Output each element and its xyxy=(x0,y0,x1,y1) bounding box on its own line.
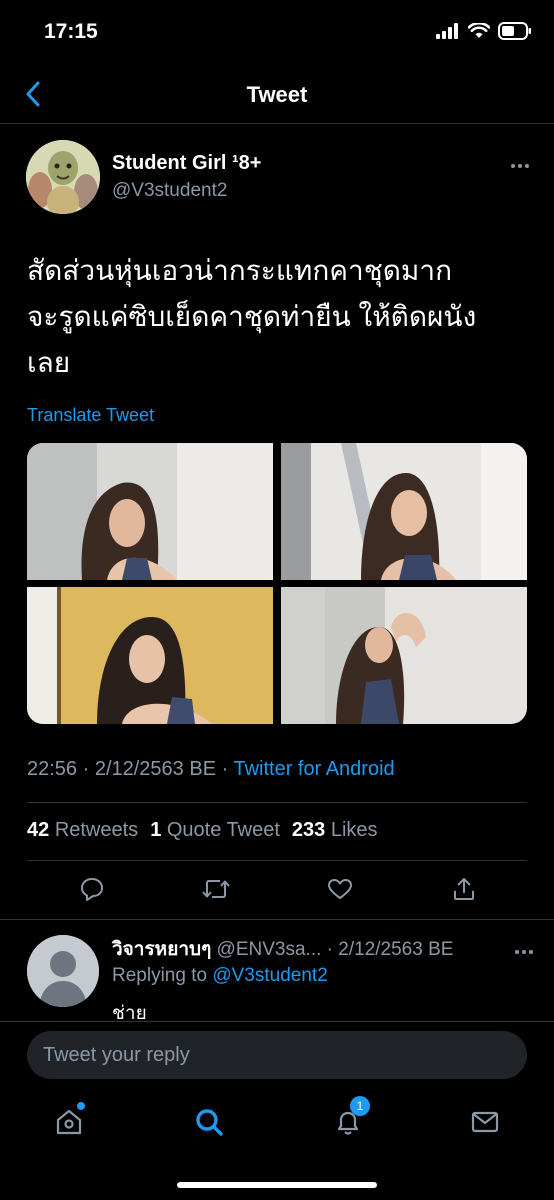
photo-3[interactable] xyxy=(27,587,273,724)
more-icon xyxy=(515,950,533,954)
more-button[interactable] xyxy=(510,156,530,174)
reply-avatar[interactable] xyxy=(27,935,99,1007)
likes-label: Likes xyxy=(330,819,378,841)
photo-2[interactable] xyxy=(281,443,527,580)
reply-text: ช่าย xyxy=(112,1003,147,1020)
reply-input[interactable] xyxy=(27,1031,527,1079)
status-bar: 17:15 xyxy=(0,0,554,64)
messages-icon xyxy=(471,1111,499,1133)
quotes-count: 1 xyxy=(150,819,162,841)
reply-button[interactable] xyxy=(77,874,107,904)
tab-notifications[interactable]: 1 xyxy=(328,1096,370,1142)
home-indicator xyxy=(177,1182,377,1188)
tweet-text-line: สัดส่วนหุ่นเอวน่ากระแทกคาชุดมาก xyxy=(27,255,453,286)
tweet-text-line: เลย xyxy=(27,347,71,378)
reply-author-name[interactable]: วิจารหยาบๆ xyxy=(112,939,211,960)
replying-to: Replying to @V3student2 xyxy=(112,965,328,987)
notifications-badge: 1 xyxy=(350,1096,370,1116)
tweet-stats: 42 Retweets 1 Quote Tweet 233 Likes xyxy=(27,819,378,842)
photo-1[interactable] xyxy=(27,443,273,580)
tweet-author: Student Girl ¹8+ @V3student2 xyxy=(26,140,536,216)
tab-messages[interactable] xyxy=(465,1102,505,1142)
author-name[interactable]: Student Girl ¹8+ xyxy=(112,152,261,175)
like-icon xyxy=(328,879,352,899)
home-icon xyxy=(56,1109,82,1135)
replying-prefix: Replying to xyxy=(112,965,213,986)
reply-header: วิจารหยาบๆ @ENV3sa... · 2/12/2563 BE xyxy=(112,934,453,964)
reply-more-button[interactable] xyxy=(514,942,534,960)
likes-count: 233 xyxy=(291,819,326,841)
reply-item[interactable]: วิจารหยาบๆ @ENV3sa... · 2/12/2563 BE Rep… xyxy=(0,919,554,1021)
nav-bar: Tweet xyxy=(0,64,554,124)
search-icon xyxy=(196,1109,223,1136)
more-icon xyxy=(511,164,529,168)
tweet-actions xyxy=(27,874,527,908)
home-unread-dot xyxy=(77,1102,85,1110)
tweet-text: สัดส่วนหุ่นเอวน่ากระแทกคาชุดมาก จะรูดแค่… xyxy=(27,248,527,386)
divider xyxy=(27,860,527,861)
retweet-button[interactable] xyxy=(201,874,231,904)
like-button[interactable] xyxy=(325,874,355,904)
share-icon xyxy=(454,878,474,900)
quote-tweets-stat[interactable]: 1 Quote Tweet xyxy=(150,819,280,842)
reply-handle-date: @ENV3sa... · 2/12/2563 BE xyxy=(211,939,454,960)
tweet-source-link[interactable]: Twitter for Android xyxy=(233,758,394,780)
tweet-timestamp: 22:56 · 2/12/2563 BE · xyxy=(27,758,234,780)
wifi-icon xyxy=(468,23,490,38)
retweets-stat[interactable]: 42 Retweets xyxy=(27,819,138,842)
media-grid xyxy=(27,443,527,724)
share-button[interactable] xyxy=(449,874,479,904)
replying-mention-link[interactable]: @V3student2 xyxy=(212,965,327,986)
likes-stat[interactable]: 233 Likes xyxy=(292,819,378,842)
author-handle[interactable]: @V3student2 xyxy=(112,180,227,202)
reply-icon xyxy=(81,878,103,901)
tab-search[interactable] xyxy=(189,1102,229,1142)
tweet-text-line: จะรูดแค่ซิบเย็ดคาชุดท่ายืน ให้ติดผนัง xyxy=(27,301,477,332)
tab-home[interactable] xyxy=(49,1102,89,1142)
photo-4[interactable] xyxy=(281,587,527,724)
quotes-label: Quote Tweet xyxy=(166,819,280,841)
page-title: Tweet xyxy=(246,82,308,107)
retweets-count: 42 xyxy=(27,819,50,841)
retweet-icon xyxy=(202,880,230,898)
retweets-label: Retweets xyxy=(54,819,139,841)
divider xyxy=(27,802,527,803)
avatar[interactable] xyxy=(26,140,100,214)
tweet-meta: 22:56 · 2/12/2563 BE · Twitter for Andro… xyxy=(27,758,395,781)
battery-icon xyxy=(498,22,531,40)
status-time: 17:15 xyxy=(44,20,98,43)
signal-icon xyxy=(436,23,458,39)
status-icons xyxy=(436,22,532,40)
translate-tweet-link[interactable]: Translate Tweet xyxy=(27,405,154,426)
tab-bar: 1 xyxy=(0,1094,554,1150)
